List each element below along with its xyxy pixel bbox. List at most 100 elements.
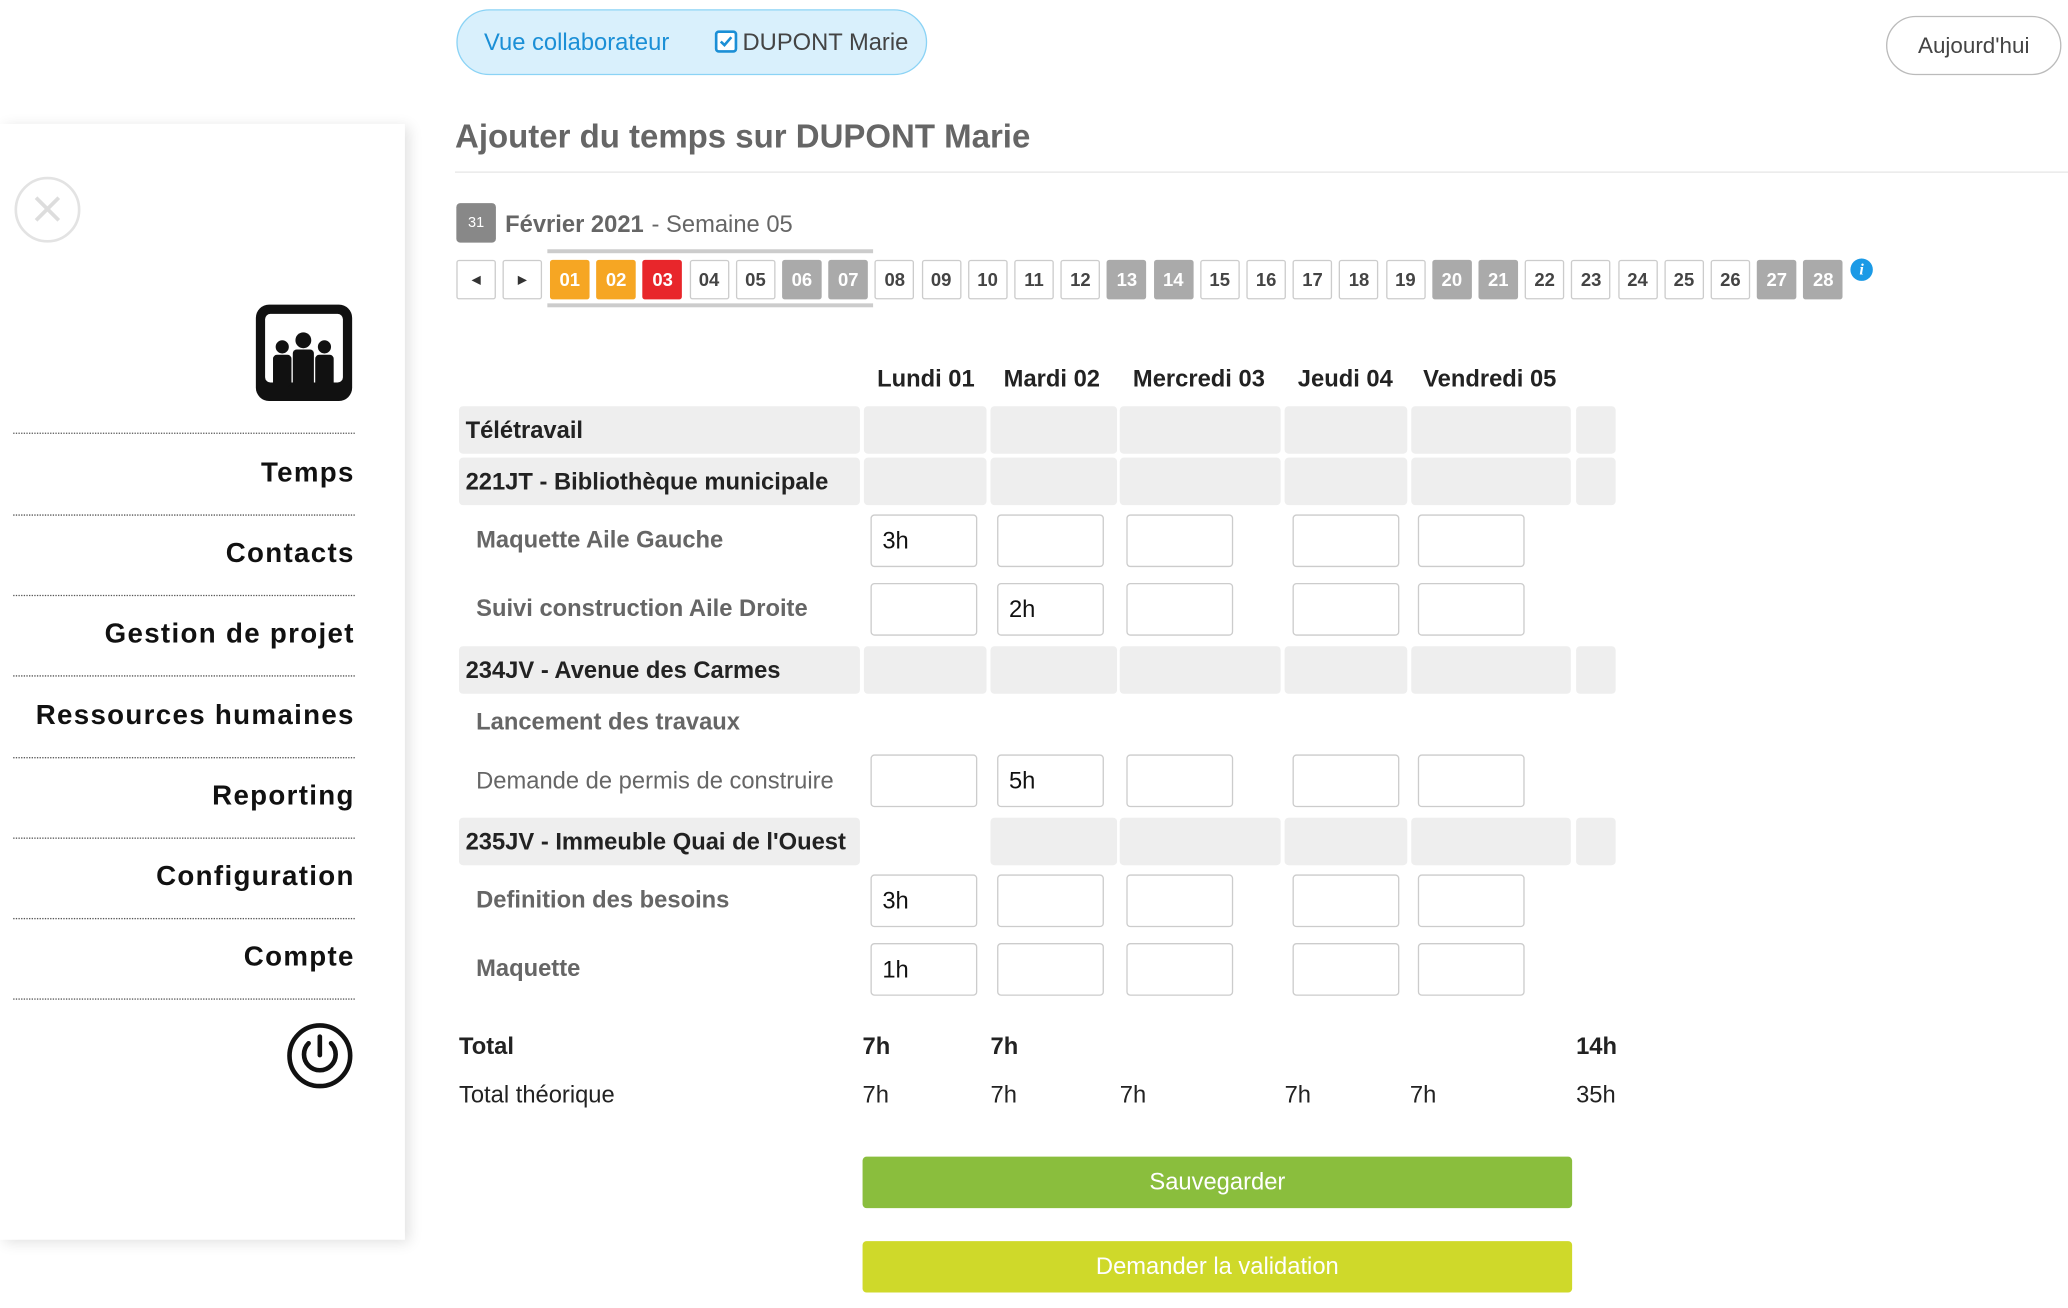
group-row-cell [1284,646,1408,694]
total-value: 7h [862,1032,891,1060]
time-input[interactable] [1126,514,1234,568]
menu-divider [13,757,355,759]
sidebar-item-ressources-humaines[interactable]: Ressources humaines [13,700,355,732]
group-row-cell [1119,817,1281,866]
day-13[interactable]: 13 [1107,259,1147,300]
group-row-cell [990,457,1118,506]
menu-divider [13,594,355,597]
task-label: Lancement des travaux [476,708,741,735]
day-22[interactable]: 22 [1524,259,1565,300]
time-input[interactable] [1126,874,1234,928]
group-row-cell [1284,406,1408,454]
sidebar-item-gestion-de-projet[interactable]: Gestion de projet [13,619,355,651]
time-input[interactable] [1126,754,1234,808]
power-icon[interactable] [286,1022,353,1089]
time-input[interactable] [1126,582,1234,636]
task-label: Definition des besoins [476,886,730,913]
day-25[interactable]: 25 [1664,259,1704,300]
day-16[interactable]: 16 [1246,259,1286,300]
time-input[interactable] [1417,943,1525,996]
close-icon[interactable]: × [14,176,81,243]
time-input[interactable] [1417,582,1525,636]
time-input[interactable] [1417,514,1525,568]
sidebar-item-configuration[interactable]: Configuration [13,861,355,893]
time-input[interactable] [870,874,978,928]
time-input[interactable] [870,582,978,636]
theoretical-total-value: 7h [1409,1081,1437,1108]
sidebar-item-reporting[interactable]: Reporting [13,781,355,813]
group-row-cell [863,406,987,454]
day-04[interactable]: 04 [689,259,729,300]
info-icon[interactable]: i [1850,258,1873,281]
day-08[interactable]: 08 [874,259,915,300]
time-input[interactable] [870,514,978,568]
view-toggle: Vue collaborateur DUPONT Marie [456,9,928,76]
time-input[interactable] [997,754,1104,808]
day-20[interactable]: 20 [1432,259,1472,300]
time-input[interactable] [1292,582,1400,636]
today-button[interactable]: Aujourd'hui [1886,15,2062,76]
day-15[interactable]: 15 [1199,259,1240,300]
time-input[interactable] [1292,754,1400,808]
time-input[interactable] [1292,943,1400,996]
time-input[interactable] [997,874,1104,928]
day-11[interactable]: 11 [1014,259,1054,300]
time-input[interactable] [997,943,1104,996]
sidebar-item-temps[interactable]: Temps [13,458,355,490]
day-10[interactable]: 10 [967,259,1008,300]
task-label: Maquette [476,954,581,982]
collaborator-name: DUPONT Marie [742,29,909,56]
day-27[interactable]: 27 [1757,259,1797,300]
checkbox-icon[interactable] [714,30,738,53]
day-14[interactable]: 14 [1153,259,1194,300]
day-05[interactable]: 05 [735,259,776,300]
group-row-label: 235JV - Immeuble Quai de l'Ouest [458,817,860,866]
day-24[interactable]: 24 [1617,259,1658,300]
menu-divider [13,837,355,839]
month-label: Février 2021 [505,211,644,238]
prev-week-icon[interactable]: ◀ [456,259,496,300]
page-title: Ajouter du temps sur DUPONT Marie [455,118,1031,156]
save-button[interactable]: Sauvegarder [862,1156,1573,1209]
group-row-cell [1411,817,1571,866]
day-23[interactable]: 23 [1571,259,1611,300]
day-01[interactable]: 01 [549,259,590,300]
collaborator-view-link[interactable]: Vue collaborateur [484,29,669,57]
menu-divider [13,917,355,920]
day-09[interactable]: 09 [921,259,961,300]
time-input[interactable] [997,514,1104,568]
time-input[interactable] [1126,943,1234,996]
group-row-cell [863,457,987,506]
day-12[interactable]: 12 [1060,259,1101,300]
calendar-icon[interactable]: 31 [456,203,496,243]
group-row-cell [990,646,1118,694]
day-02[interactable]: 02 [596,259,636,300]
day-header: Mercredi 03 [1132,365,1265,392]
group-row-cell [1119,406,1281,454]
day-06[interactable]: 06 [782,259,822,300]
time-input[interactable] [1417,874,1525,928]
time-input[interactable] [870,943,978,996]
day-17[interactable]: 17 [1292,259,1333,300]
time-input[interactable] [1292,874,1400,928]
day-07[interactable]: 07 [828,259,869,300]
group-row-cell [1284,817,1408,866]
day-26[interactable]: 26 [1710,259,1751,300]
request-validation-button[interactable]: Demander la validation [862,1241,1573,1293]
next-week-icon[interactable]: ▶ [502,259,543,300]
theoretical-total-value: 7h [862,1081,889,1108]
sidebar-item-compte[interactable]: Compte [13,942,355,974]
sidebar-item-contacts[interactable]: Contacts [13,538,355,570]
time-input[interactable] [870,754,978,808]
time-input[interactable] [1292,514,1400,568]
day-03[interactable]: 03 [642,259,683,300]
time-input[interactable] [997,582,1104,636]
total-value: 7h [990,1032,1019,1060]
day-19[interactable]: 19 [1385,259,1426,300]
day-28[interactable]: 28 [1803,259,1844,300]
group-row-cell [1576,817,1616,866]
day-18[interactable]: 18 [1339,259,1379,300]
time-input[interactable] [1417,754,1525,808]
day-21[interactable]: 21 [1478,259,1519,300]
title-divider [455,171,2068,173]
